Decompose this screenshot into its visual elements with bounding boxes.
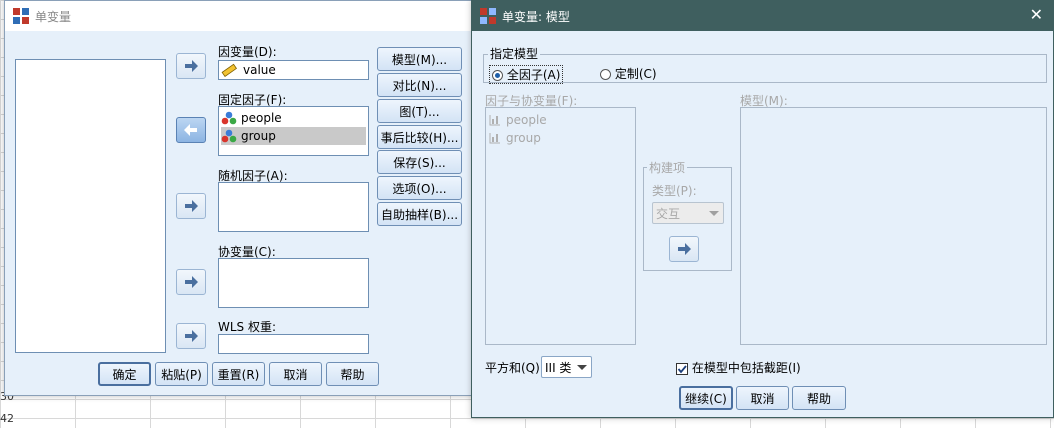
- paste-button[interactable]: 粘贴(P): [155, 362, 208, 386]
- move-to-covariate-button[interactable]: [176, 269, 206, 295]
- row-number: 42: [0, 412, 14, 425]
- arrow-right-icon: [185, 330, 198, 342]
- model-title-bar[interactable]: 单变量: 模型 ✕: [472, 1, 1053, 31]
- factors-item[interactable]: group: [488, 129, 633, 147]
- continue-button[interactable]: 继续(C): [679, 386, 733, 410]
- fixed-factor-name: group: [241, 129, 276, 143]
- factors-item-name: group: [506, 131, 541, 145]
- model-terms-list[interactable]: [740, 107, 1047, 345]
- build-terms-legend: 构建项: [647, 159, 688, 176]
- fixed-factor-item-selected[interactable]: group: [221, 127, 366, 145]
- factors-item-name: people: [506, 113, 547, 127]
- model-help-button[interactable]: 帮助: [792, 386, 846, 410]
- checkbox-checked-icon: [676, 362, 688, 375]
- specify-model-legend: 指定模型: [488, 45, 541, 62]
- radio-full-factorial[interactable]: 全因子(A): [489, 65, 564, 84]
- dependent-field[interactable]: value: [218, 60, 369, 80]
- close-icon[interactable]: ✕: [1030, 7, 1043, 23]
- title-bar[interactable]: 单变量: [5, 1, 473, 31]
- factors-list[interactable]: people group: [485, 107, 636, 345]
- nominal-variable-icon: [221, 129, 237, 143]
- include-intercept-checkbox[interactable]: 在模型中包括截距(I): [676, 359, 801, 376]
- move-to-dependent-button[interactable]: [176, 53, 206, 79]
- arrow-left-icon: [184, 124, 197, 136]
- radio-custom-label: 定制(C): [614, 67, 657, 81]
- univariate-dialog: 单变量 因变量(D): value 固定因子(F): people group …: [4, 0, 474, 396]
- contrast-button[interactable]: 对比(N)...: [377, 73, 462, 97]
- bootstrap-button[interactable]: 自助抽样(B)...: [377, 202, 462, 226]
- move-to-wls-button[interactable]: [176, 323, 206, 349]
- sum-of-squares-label: 平方和(Q): [485, 361, 540, 375]
- help-button[interactable]: 帮助: [326, 362, 379, 386]
- arrow-right-icon: [185, 60, 198, 72]
- plots-button[interactable]: 图(T)...: [377, 99, 462, 123]
- reset-button[interactable]: 重置(R): [212, 362, 265, 386]
- radio-full-factorial-label: 全因子(A): [506, 68, 561, 82]
- cancel-button[interactable]: 取消: [269, 362, 322, 386]
- include-intercept-label: 在模型中包括截距(I): [691, 361, 801, 375]
- dependent-label: 因变量(D):: [218, 45, 277, 59]
- random-factor-list[interactable]: [218, 182, 369, 232]
- post-hoc-button[interactable]: 事后比较(H)...: [377, 125, 462, 149]
- fixed-factor-name: people: [241, 111, 282, 125]
- type-select[interactable]: 交互: [652, 202, 724, 224]
- chevron-down-icon: [577, 364, 587, 370]
- factors-item[interactable]: people: [488, 111, 633, 129]
- save-button[interactable]: 保存(S)...: [377, 150, 462, 174]
- options-button[interactable]: 选项(O)...: [377, 176, 462, 200]
- app-icon: [13, 8, 29, 24]
- scale-variable-icon: [489, 115, 500, 126]
- model-dialog-title: 单变量: 模型: [502, 9, 570, 24]
- radio-checked-icon: [492, 70, 503, 81]
- sum-of-squares-select[interactable]: III 类: [541, 356, 592, 378]
- fixed-factor-item[interactable]: people: [221, 109, 366, 127]
- radio-custom[interactable]: 定制(C): [600, 65, 657, 82]
- scale-variable-icon: [489, 133, 500, 144]
- radio-unchecked-icon: [600, 69, 611, 80]
- dependent-item[interactable]: value: [221, 61, 366, 79]
- dialog-title: 单变量: [35, 9, 72, 24]
- ruler-icon: [221, 63, 237, 77]
- model-cancel-button[interactable]: 取消: [736, 386, 789, 410]
- sum-of-squares-value: III 类: [545, 360, 572, 375]
- build-term-arrow-button[interactable]: [669, 236, 699, 262]
- arrow-right-icon: [185, 200, 198, 212]
- arrow-right-icon: [678, 243, 691, 255]
- type-select-value: 交互: [656, 206, 681, 221]
- specify-model-group: [483, 54, 1047, 83]
- nominal-variable-icon: [221, 111, 237, 125]
- arrow-right-icon: [185, 276, 198, 288]
- model-dialog: 单变量: 模型 ✕ 指定模型 全因子(A) 定制(C) 因子与协变量(F): p…: [471, 0, 1054, 418]
- model-button[interactable]: 模型(M)...: [377, 47, 462, 71]
- covariate-list[interactable]: [218, 258, 369, 308]
- source-variable-list[interactable]: [15, 59, 166, 353]
- wls-label: WLS 权重:: [218, 320, 277, 334]
- type-label: 类型(P):: [652, 184, 697, 198]
- move-to-random-factor-button[interactable]: [176, 193, 206, 219]
- fixed-factor-list[interactable]: people group: [218, 106, 369, 156]
- ok-button[interactable]: 确定: [98, 362, 151, 386]
- app-icon: [480, 8, 496, 24]
- dependent-value: value: [243, 63, 276, 77]
- chevron-down-icon: [709, 210, 719, 216]
- wls-field[interactable]: [218, 334, 369, 354]
- move-to-fixed-factor-button[interactable]: [176, 117, 206, 143]
